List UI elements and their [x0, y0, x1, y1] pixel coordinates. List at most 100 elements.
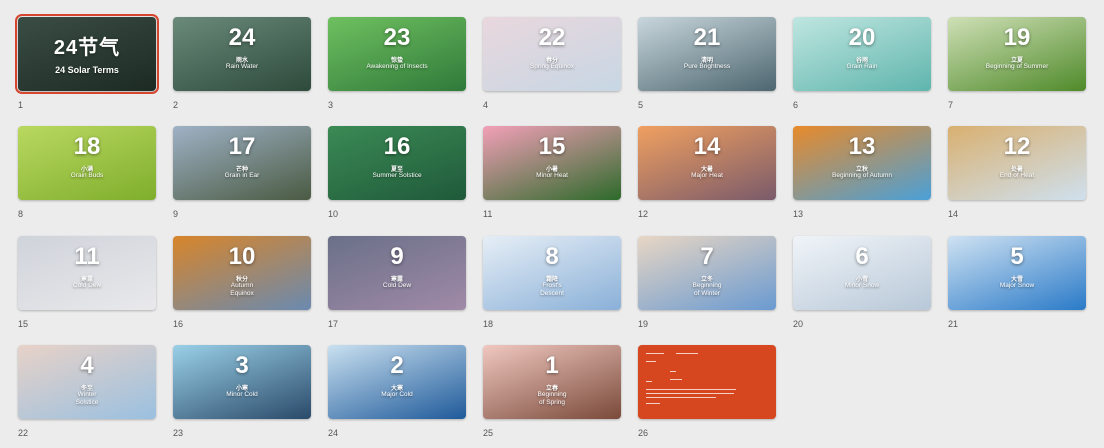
slide-item[interactable]: 18 小满 Grain Buds 8	[18, 126, 156, 219]
slide-number-label: 7	[948, 100, 954, 110]
slide-english-name: Awakening of Insects	[366, 63, 428, 70]
slide-text-line	[646, 353, 664, 354]
slide-text-line	[646, 381, 652, 382]
slide-number-title: 4	[80, 352, 94, 379]
slide-number-label: 14	[948, 209, 959, 219]
slide-number-label: 6	[793, 100, 799, 110]
slide-item[interactable]: 11 寒露 Cold Dew 15	[18, 236, 156, 329]
slide-number-title: 23	[383, 24, 411, 51]
slide-number-label: 10	[328, 209, 339, 219]
slide-number-title: 22	[538, 24, 566, 51]
slide-item[interactable]: 23 惊蛰 Awakening of Insects 3	[328, 17, 466, 110]
slide-number-title: 7	[700, 243, 714, 270]
slide-item[interactable]: 13 立秋 Beginning of Autumn 13	[793, 126, 931, 219]
slide-number-title: 18	[73, 133, 101, 160]
slide-thumbnail[interactable]: 16 夏至 Summer Solstice	[328, 126, 466, 200]
slide-text-line	[646, 403, 660, 404]
slide-thumbnail[interactable]: 2 大寒 Major Cold	[328, 345, 466, 419]
slide-item[interactable]: 8 霜降 Frost's Descent 18	[483, 236, 621, 329]
slide-english-name: Frost's Descent	[540, 282, 564, 297]
slide-thumbnail[interactable]: 23 惊蛰 Awakening of Insects	[328, 17, 466, 91]
slide-thumbnail[interactable]: 22 春分 Spring Equinox	[483, 17, 621, 91]
slide-item[interactable]: 5 大雪 Major Snow 21	[948, 236, 1086, 329]
slide-item[interactable]: 9 寒露 Cold Dew 17	[328, 236, 466, 329]
slide-thumbnail[interactable]: 9 寒露 Cold Dew	[328, 236, 466, 310]
slide-number-title: 16	[383, 133, 411, 160]
slide-number-label: 17	[328, 319, 339, 329]
slide-thumbnail[interactable]: 11 寒露 Cold Dew	[18, 236, 156, 310]
slide-item[interactable]: 26	[638, 345, 776, 438]
slide-number-label: 3	[328, 100, 334, 110]
slide-thumbnail[interactable]: 1 立春 Beginning of Spring	[483, 345, 621, 419]
slide-thumbnail[interactable]: 13 立秋 Beginning of Autumn	[793, 126, 931, 200]
slide-thumbnail[interactable]: 5 大雪 Major Snow	[948, 236, 1086, 310]
slide-item[interactable]: 14 大暑 Major Heat 12	[638, 126, 776, 219]
slide-text-line	[646, 397, 716, 398]
slide-number-label: 16	[173, 319, 184, 329]
slide-item[interactable]: 17 芒种 Grain in Ear 9	[173, 126, 311, 219]
slide-text-line	[646, 361, 656, 362]
slide-item[interactable]: 12 处暑 End of Heat 14	[948, 126, 1086, 219]
slide-number-label: 21	[948, 319, 959, 329]
slide-english-name: Beginning of Winter	[692, 282, 722, 297]
slide-number-title: 17	[228, 133, 256, 160]
slide-english-name: Major Snow	[999, 282, 1035, 289]
slide-english-name: Minor Heat	[536, 172, 568, 179]
slide-item[interactable]: 21 清明 Pure Brightness 5	[638, 17, 776, 110]
slide-number-label: 4	[483, 100, 489, 110]
slide-thumbnail[interactable]: 6 小雪 Minor Snow	[793, 236, 931, 310]
slide-item[interactable]: 7 立冬 Beginning of Winter 19	[638, 236, 776, 329]
slide-number-label: 26	[638, 428, 649, 438]
slide-thumbnail[interactable]: 4 冬至 Winter Solstice	[18, 345, 156, 419]
slide-thumbnail[interactable]: 3 小寒 Minor Cold	[173, 345, 311, 419]
slide-item[interactable]: 4 冬至 Winter Solstice 22	[18, 345, 156, 438]
slide-item[interactable]: 6 小雪 Minor Snow 20	[793, 236, 931, 329]
slide-item[interactable]: 10 秋分 Autumn Equinox 16	[173, 236, 311, 329]
slide-number-label: 8	[18, 209, 24, 219]
slide-number-title: 11	[74, 243, 100, 270]
slide-thumbnail[interactable]: 24节气 24 Solar Terms	[15, 14, 159, 94]
slide-thumbnail[interactable]: 7 立冬 Beginning of Winter	[638, 236, 776, 310]
slide-item[interactable]: 24节气 24 Solar Terms 1	[15, 14, 159, 110]
slide-item[interactable]: 1 立春 Beginning of Spring 25	[483, 345, 621, 438]
slide-thumbnail[interactable]: 18 小满 Grain Buds	[18, 126, 156, 200]
slide-thumbnail[interactable]: 8 霜降 Frost's Descent	[483, 236, 621, 310]
slide-thumbnail[interactable]: 12 处暑 End of Heat	[948, 126, 1086, 200]
slide-number-title: 24	[228, 24, 256, 51]
slide-number-label: 19	[638, 319, 649, 329]
slide-english-name: Minor Cold	[226, 391, 258, 398]
slide-number-title: 14	[693, 133, 721, 160]
slide-number-title: 9	[390, 243, 404, 270]
slide-thumbnail[interactable]: 10 秋分 Autumn Equinox	[173, 236, 311, 310]
slide-english-name: End of Heat	[999, 172, 1035, 179]
slide-item[interactable]: 3 小寒 Minor Cold 23	[173, 345, 311, 438]
slide-item[interactable]: 20 谷雨 Grain Rain 6	[793, 17, 931, 110]
slide-text-line	[676, 353, 698, 354]
slide-thumbnail[interactable]	[638, 345, 776, 419]
slide-thumbnail[interactable]: 19 立夏 Beginning of Summer	[948, 17, 1086, 91]
slide-number-title: 10	[228, 243, 256, 270]
slide-number-label: 15	[18, 319, 29, 329]
slide-number-title: 15	[538, 133, 566, 160]
slide-number-title: 24节气	[53, 37, 121, 59]
slide-thumbnail[interactable]: 21 清明 Pure Brightness	[638, 17, 776, 91]
slide-item[interactable]: 19 立夏 Beginning of Summer 7	[948, 17, 1086, 110]
slide-thumbnail[interactable]: 20 谷雨 Grain Rain	[793, 17, 931, 91]
slide-item[interactable]: 22 春分 Spring Equinox 4	[483, 17, 621, 110]
slide-english-name: Minor Snow	[844, 282, 880, 289]
slide-number-label: 1	[18, 100, 24, 110]
slide-item[interactable]: 16 夏至 Summer Solstice 10	[328, 126, 466, 219]
slide-item[interactable]: 24 雨水 Rain Water 2	[173, 17, 311, 110]
slide-english-name: Grain Rain	[846, 63, 878, 70]
slide-text-line	[670, 379, 682, 380]
slide-thumbnail[interactable]: 24 雨水 Rain Water	[173, 17, 311, 91]
slide-number-label: 13	[793, 209, 804, 219]
slide-english-name: Spring Equinox	[529, 63, 575, 70]
slide-thumbnail[interactable]: 15 小暑 Minor Heat	[483, 126, 621, 200]
slide-english-name: Major Heat	[691, 172, 723, 179]
slide-item[interactable]: 15 小暑 Minor Heat 11	[483, 126, 621, 219]
slide-thumbnail[interactable]: 14 大暑 Major Heat	[638, 126, 776, 200]
slide-item[interactable]: 2 大寒 Major Cold 24	[328, 345, 466, 438]
slide-number-label: 20	[793, 319, 804, 329]
slide-thumbnail[interactable]: 17 芒种 Grain in Ear	[173, 126, 311, 200]
